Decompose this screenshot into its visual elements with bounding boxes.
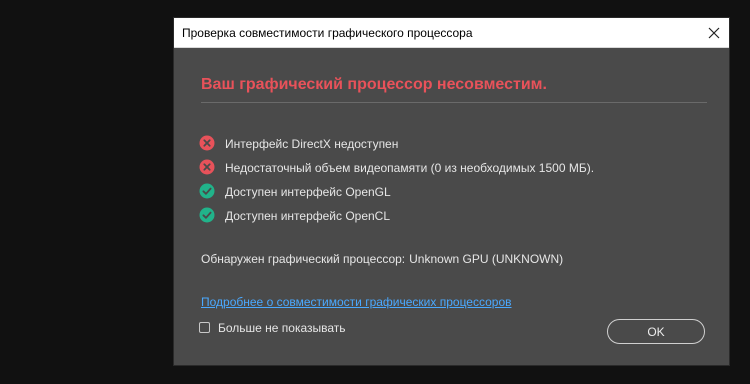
check-label: Недостаточный объем видеопамяти (0 из не… bbox=[225, 161, 595, 175]
title-bar: Проверка совместимости графического проц… bbox=[174, 18, 729, 48]
check-label: Доступен интерфейс OpenGL bbox=[225, 185, 391, 199]
check-label: Доступен интерфейс OpenCL bbox=[225, 209, 391, 223]
incompatible-headline: Ваш графический процессор несовместим. bbox=[201, 76, 547, 93]
success-circle-icon bbox=[199, 207, 215, 223]
error-circle-icon bbox=[199, 135, 215, 151]
close-icon bbox=[708, 27, 720, 39]
dont-show-again-checkbox[interactable] bbox=[199, 322, 210, 333]
error-circle-icon bbox=[199, 159, 215, 175]
dont-show-again-label: Больше не показывать bbox=[218, 321, 346, 335]
close-button[interactable] bbox=[699, 18, 729, 48]
divider bbox=[201, 102, 707, 103]
success-circle-icon bbox=[199, 183, 215, 199]
ok-button[interactable]: OK bbox=[607, 319, 705, 344]
dialog-title: Проверка совместимости графического проц… bbox=[182, 26, 473, 40]
detected-gpu-label: Обнаружен графический процессор: bbox=[201, 252, 406, 266]
check-label: Интерфейс DirectX недоступен bbox=[225, 137, 399, 151]
gpu-compatibility-more-link[interactable]: Подробнее о совместимости графических пр… bbox=[201, 295, 512, 309]
gpu-compatibility-dialog: Проверка совместимости графического проц… bbox=[173, 17, 730, 366]
detected-gpu-value: Unknown GPU (UNKNOWN) bbox=[409, 252, 564, 266]
detected-gpu-info: Обнаружен графический процессор: Unknown … bbox=[201, 252, 563, 266]
